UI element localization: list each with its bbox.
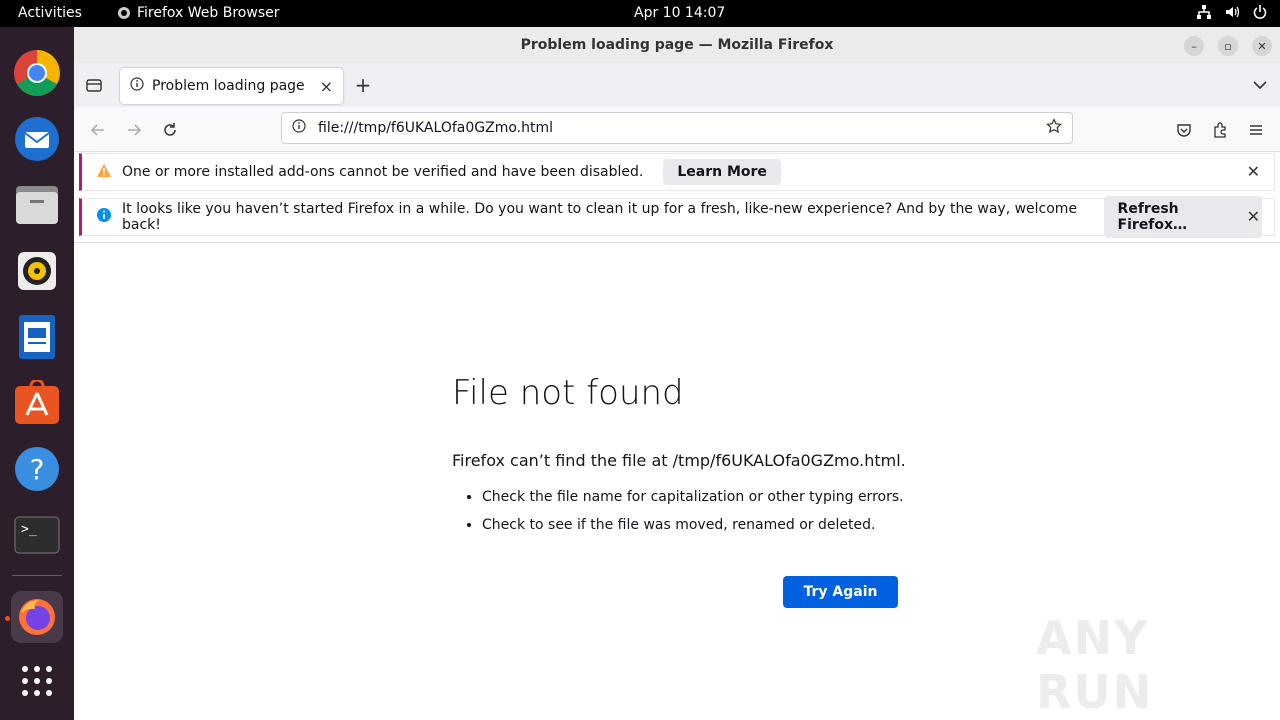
dock: ? >_: [0, 27, 74, 720]
firefox-view-icon[interactable]: [82, 73, 106, 97]
page-info-icon[interactable]: [292, 119, 306, 137]
firefox-small-icon: [118, 7, 130, 19]
firefox-icon[interactable]: [11, 591, 63, 643]
new-tab-icon[interactable]: +: [351, 73, 375, 97]
rhythmbox-icon[interactable]: [11, 245, 63, 297]
app-name: Firefox Web Browser: [137, 5, 280, 21]
tab-title: Problem loading page: [152, 78, 305, 94]
list-item: Check the file name for capitalization o…: [482, 489, 904, 505]
navigation-bar: file:///tmp/f6UKALOfa0GZmo.html: [74, 107, 1280, 152]
chrome-icon[interactable]: [11, 47, 63, 99]
minimize-button[interactable]: –: [1184, 36, 1204, 56]
app-center-icon[interactable]: [11, 377, 63, 429]
window-title: Problem loading page — Mozilla Firefox: [520, 37, 834, 53]
volume-icon[interactable]: [1224, 4, 1240, 20]
svg-text:>_: >_: [21, 522, 37, 537]
title-bar[interactable]: Problem loading page — Mozilla Firefox –…: [74, 27, 1280, 63]
url-text[interactable]: file:///tmp/f6UKALOfa0GZmo.html: [318, 120, 1034, 136]
learn-more-button[interactable]: Learn More: [663, 159, 781, 185]
error-tips-list: Check the file name for capitalization o…: [482, 489, 904, 545]
list-item: Check to see if the file was moved, rena…: [482, 517, 904, 533]
info-icon: [96, 207, 112, 227]
thunderbird-icon[interactable]: [11, 113, 63, 165]
power-icon[interactable]: [1252, 4, 1268, 20]
addons-disabled-notification: One or more installed add-ons cannot be …: [79, 153, 1275, 191]
app-menu[interactable]: Firefox Web Browser: [117, 5, 280, 21]
clock[interactable]: Apr 10 14:07: [634, 5, 725, 21]
dock-separator: [12, 575, 62, 576]
tab-strip: Problem loading page × +: [74, 63, 1280, 107]
close-tab-icon[interactable]: ×: [320, 77, 333, 96]
system-tray[interactable]: [1196, 4, 1268, 20]
list-tabs-chevron-icon[interactable]: [1248, 73, 1272, 97]
app-grid-icon[interactable]: [11, 655, 63, 707]
close-notification-icon[interactable]: ✕: [1247, 162, 1260, 181]
svg-text:?: ?: [30, 453, 45, 486]
refresh-firefox-button[interactable]: Refresh Firefox…: [1103, 196, 1262, 238]
warning-icon: [96, 163, 112, 182]
anyrun-watermark: ANY RUN: [1036, 611, 1154, 719]
system-top-bar: Activities Firefox Web Browser Apr 10 14…: [0, 0, 1280, 27]
info-icon: [130, 77, 144, 95]
close-window-button[interactable]: ✕: [1252, 36, 1272, 56]
pocket-icon[interactable]: [1172, 118, 1196, 142]
try-again-button[interactable]: Try Again: [783, 576, 898, 608]
activities-button[interactable]: Activities: [18, 5, 82, 21]
close-notification-icon[interactable]: ✕: [1247, 207, 1260, 226]
files-icon[interactable]: [11, 179, 63, 231]
url-bar[interactable]: file:///tmp/f6UKALOfa0GZmo.html: [281, 112, 1073, 144]
tab-problem-loading[interactable]: Problem loading page ×: [120, 68, 343, 104]
page-content: File not found Firefox can’t find the fi…: [74, 242, 1280, 720]
maximize-button[interactable]: ▫: [1218, 36, 1238, 56]
notification-message: It looks like you haven’t started Firefo…: [122, 201, 1078, 233]
menu-hamburger-icon[interactable]: [1244, 118, 1268, 142]
back-arrow-icon[interactable]: [86, 118, 110, 142]
running-indicator: [5, 616, 10, 621]
help-icon[interactable]: ?: [11, 443, 63, 495]
writer-icon[interactable]: [11, 311, 63, 363]
refresh-firefox-notification: It looks like you haven’t started Firefo…: [79, 196, 1275, 238]
bookmark-star-icon[interactable]: [1046, 118, 1062, 138]
reload-icon[interactable]: [158, 118, 182, 142]
error-title: File not found: [452, 373, 684, 413]
notification-message: One or more installed add-ons cannot be …: [122, 164, 644, 180]
network-icon[interactable]: [1196, 4, 1212, 20]
firefox-window: Problem loading page — Mozilla Firefox –…: [74, 27, 1280, 720]
forward-arrow-icon[interactable]: [122, 118, 146, 142]
extensions-icon[interactable]: [1208, 118, 1232, 142]
terminal-icon[interactable]: >_: [11, 509, 63, 561]
error-description: Firefox can’t find the file at /tmp/f6UK…: [452, 451, 906, 470]
